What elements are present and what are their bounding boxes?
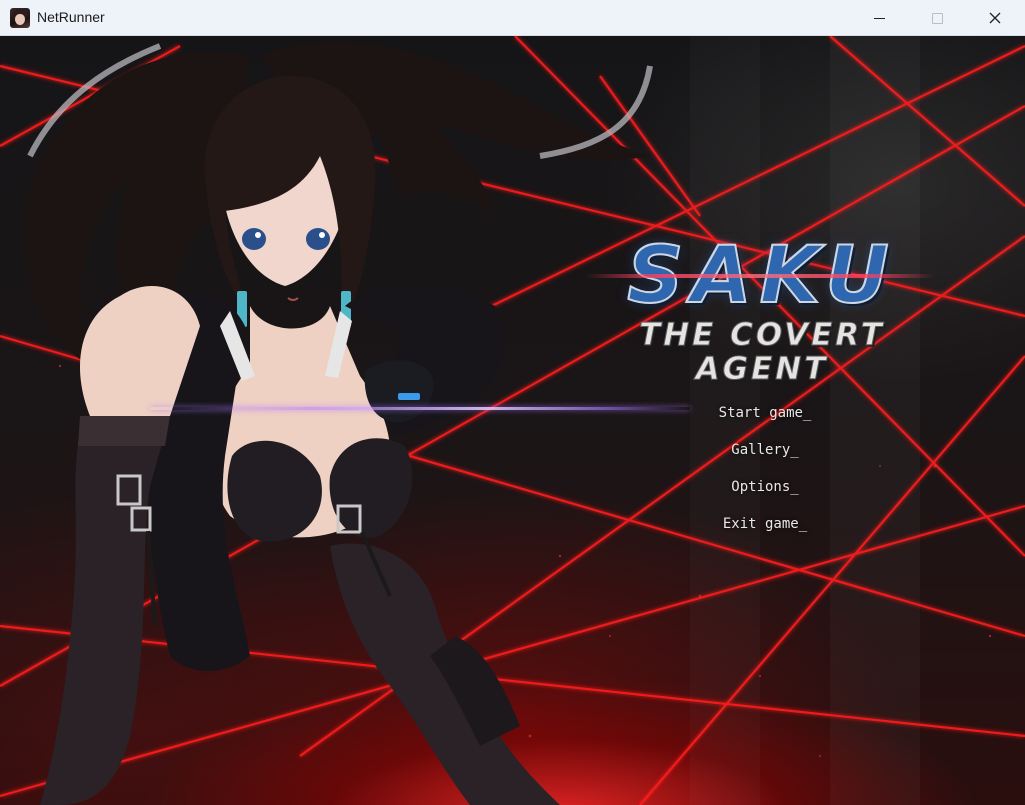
menu-selector-beam — [150, 407, 690, 410]
game-logo: SAKU THE COVERT AGENT — [572, 235, 952, 387]
logo-subtitle: THE COVERT AGENT — [639, 317, 885, 387]
minimize-icon — [873, 17, 885, 19]
minimize-button[interactable] — [850, 0, 908, 36]
logo-title: SAKU — [572, 235, 952, 317]
menu-exit-game[interactable]: Exit game_ — [640, 512, 890, 536]
app-icon — [10, 8, 30, 28]
menu-gallery[interactable]: Gallery_ — [640, 438, 890, 462]
game-viewport: SAKU THE COVERT AGENT Start game_ Galler… — [0, 36, 1025, 805]
window-title: NetRunner — [37, 9, 105, 25]
maximize-button[interactable] — [908, 0, 966, 36]
menu-start-game[interactable]: Start game_ — [640, 401, 890, 425]
close-button[interactable] — [966, 0, 1024, 36]
menu-options[interactable]: Options_ — [640, 475, 890, 499]
maximize-icon — [931, 12, 943, 24]
close-icon — [989, 12, 1001, 24]
window-titlebar[interactable]: NetRunner — [0, 0, 1025, 36]
